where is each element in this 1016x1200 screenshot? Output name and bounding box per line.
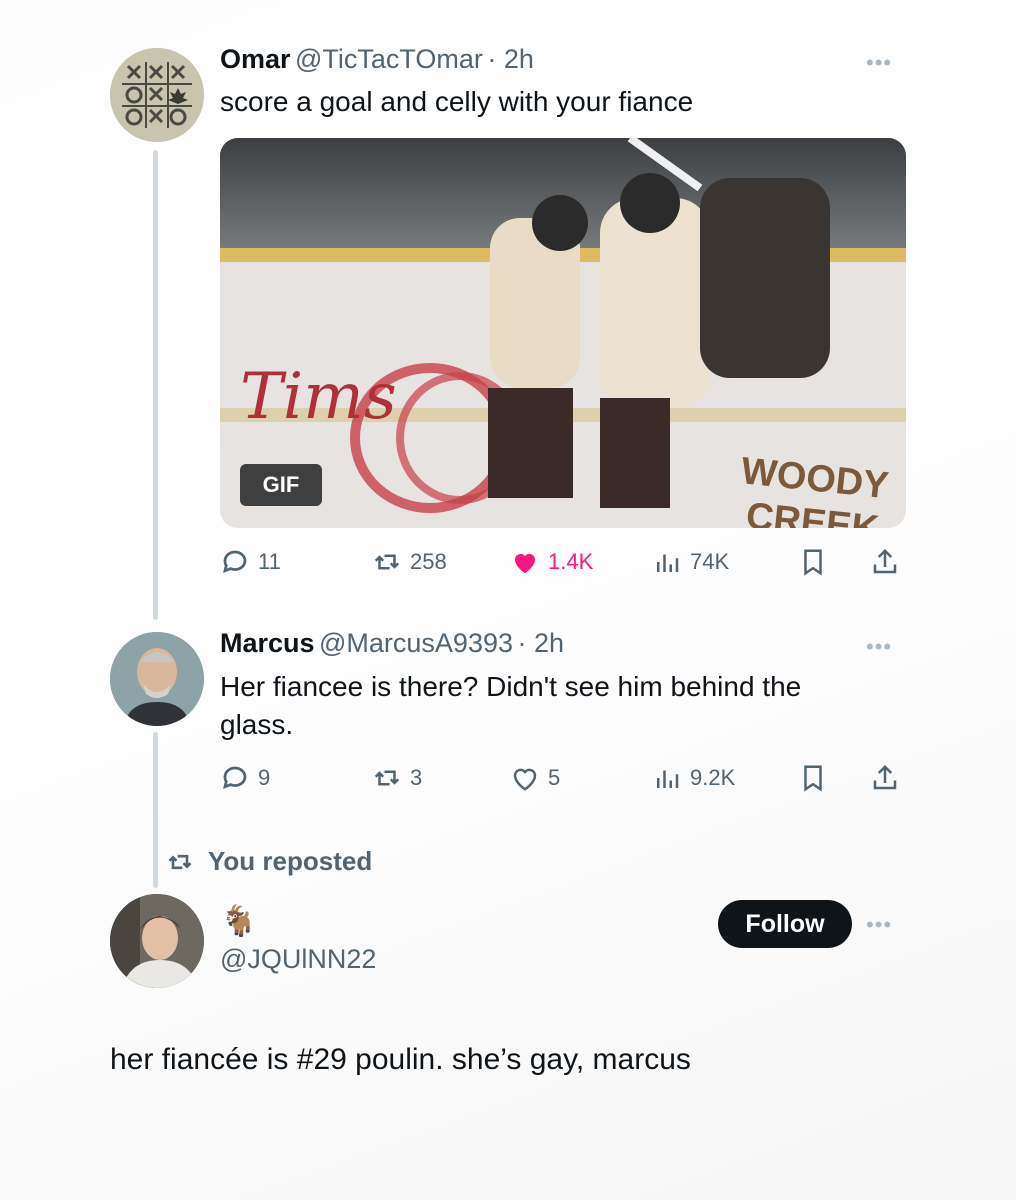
like-button[interactable]: 1.4K bbox=[510, 542, 593, 582]
repost-banner: You reposted bbox=[164, 846, 372, 877]
thread-line bbox=[153, 732, 158, 888]
user-handle[interactable]: @MarcusA9393 bbox=[319, 628, 513, 658]
tweet-header: Omar @TicTacTOmar · 2h bbox=[220, 44, 534, 75]
reply-text: her fiancée is #29 poulin. she’s gay, ma… bbox=[110, 1043, 691, 1076]
like-button[interactable]: 5 bbox=[510, 758, 560, 798]
repost-icon bbox=[374, 770, 400, 786]
user-handle[interactable]: @JQUlNN22 bbox=[220, 944, 376, 975]
reply-button[interactable]: 9 bbox=[220, 758, 270, 798]
rink-board-text-tims: Tims bbox=[240, 360, 397, 434]
view-count: 74K bbox=[690, 549, 730, 574]
repost-count: 258 bbox=[410, 549, 447, 574]
tweet-actions: 11 258 1.4K 74K bbox=[220, 542, 910, 582]
like-icon bbox=[513, 768, 537, 791]
share-icon bbox=[873, 764, 897, 790]
repost-button[interactable]: 3 bbox=[372, 758, 422, 798]
views-icon bbox=[657, 554, 679, 572]
views-icon bbox=[657, 770, 679, 788]
like-icon bbox=[515, 553, 535, 574]
bookmark-button[interactable] bbox=[798, 758, 828, 798]
bookmark-icon bbox=[804, 549, 822, 576]
repost-button[interactable]: 258 bbox=[372, 542, 447, 582]
more-icon[interactable]: ••• bbox=[866, 634, 892, 660]
like-count: 1.4K bbox=[548, 549, 594, 574]
repost-banner-label: You reposted bbox=[208, 846, 373, 876]
reply-icon bbox=[223, 550, 247, 573]
gif-badge: GIF bbox=[240, 464, 322, 506]
bookmark-button[interactable] bbox=[798, 542, 828, 582]
repost-icon bbox=[374, 554, 400, 570]
reply-icon bbox=[223, 766, 247, 789]
tweet-media-gif[interactable]: Tims WOODY CREEK GIF bbox=[220, 138, 906, 528]
profile-photo bbox=[110, 632, 204, 726]
reply-button[interactable]: 11 bbox=[220, 542, 281, 582]
hockey-celebration-image: Tims WOODY CREEK bbox=[220, 138, 906, 528]
tweet-header: Marcus @MarcusA9393 · 2h bbox=[220, 628, 564, 659]
repost-icon bbox=[168, 854, 192, 869]
timestamp[interactable]: · 2h bbox=[517, 628, 564, 658]
avatar-jquinn[interactable] bbox=[110, 894, 204, 988]
tweet-text-line: Her fiancee is there? Didn't see him beh… bbox=[220, 671, 802, 702]
user-handle[interactable]: @TicTacTOmar bbox=[295, 44, 483, 74]
view-count: 9.2K bbox=[690, 765, 736, 790]
display-name[interactable]: Marcus bbox=[220, 628, 315, 658]
timestamp[interactable]: · 2h bbox=[487, 44, 534, 74]
thread-line bbox=[153, 150, 158, 620]
avatar-marcus[interactable] bbox=[110, 632, 204, 726]
more-icon[interactable]: ••• bbox=[866, 912, 892, 938]
profile-photo bbox=[110, 894, 204, 988]
bookmark-icon bbox=[804, 765, 822, 792]
tweet-text: Her fiancee is there? Didn't see him beh… bbox=[220, 668, 801, 744]
repost-count: 3 bbox=[410, 765, 423, 790]
views-button[interactable]: 9.2K bbox=[652, 758, 735, 798]
avatar-omar[interactable] bbox=[110, 48, 204, 142]
tweet-text-line: glass. bbox=[220, 709, 294, 740]
more-icon[interactable]: ••• bbox=[866, 50, 892, 76]
share-icon bbox=[873, 548, 897, 574]
share-button[interactable] bbox=[870, 542, 900, 582]
reply-count: 11 bbox=[258, 549, 281, 574]
tictactoe-avatar-icon bbox=[110, 48, 204, 142]
goat-emoji: 🐐 bbox=[220, 905, 258, 938]
follow-button[interactable]: Follow bbox=[718, 900, 852, 948]
display-name[interactable]: Omar bbox=[220, 44, 291, 74]
like-count: 5 bbox=[548, 765, 561, 790]
tweet-text: score a goal and celly with your fiance bbox=[220, 86, 694, 117]
tweet-actions: 9 3 5 9.2K bbox=[220, 758, 910, 798]
share-button[interactable] bbox=[870, 758, 900, 798]
reply-count: 9 bbox=[258, 765, 271, 790]
views-button[interactable]: 74K bbox=[652, 542, 729, 582]
